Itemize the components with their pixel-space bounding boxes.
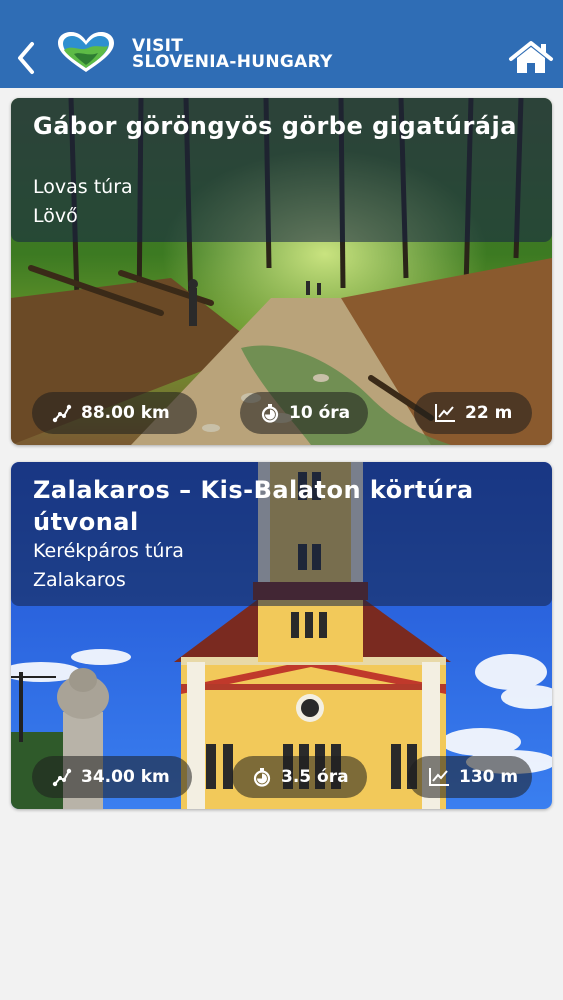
elevation-badge: 130 m bbox=[408, 756, 532, 798]
tour-type: Lovas túra bbox=[33, 176, 133, 198]
home-icon bbox=[509, 41, 553, 73]
app-header: VISIT SLOVENIA-HUNGARY bbox=[0, 0, 563, 88]
distance-badge: 88.00 km bbox=[32, 392, 197, 434]
chevron-left-icon bbox=[18, 42, 34, 74]
duration-badge: 3.5 óra bbox=[232, 756, 367, 798]
duration-value: 3.5 óra bbox=[281, 767, 349, 787]
elevation-value: 130 m bbox=[459, 767, 519, 787]
duration-value: 10 óra bbox=[289, 403, 351, 423]
tour-card[interactable]: Zalakaros – Kis-Balaton körtúra útvonal … bbox=[11, 462, 552, 809]
tour-type: Kerékpáros túra bbox=[33, 540, 184, 562]
tour-title: Zalakaros – Kis-Balaton körtúra útvonal bbox=[33, 476, 474, 536]
stopwatch-icon bbox=[261, 404, 279, 423]
tour-card[interactable]: Gábor göröngyös görbe gigatúrája Lovas t… bbox=[11, 98, 552, 445]
back-button[interactable] bbox=[10, 36, 44, 80]
tour-location: Lövő bbox=[33, 205, 78, 227]
heart-logo-icon bbox=[58, 32, 114, 72]
chart-line-icon bbox=[429, 768, 449, 786]
route-icon bbox=[52, 768, 72, 787]
elevation-value: 22 m bbox=[465, 403, 513, 423]
tour-title: Gábor göröngyös görbe gigatúrája bbox=[33, 112, 517, 140]
tour-location: Zalakaros bbox=[33, 569, 126, 591]
stopwatch-icon bbox=[253, 768, 271, 787]
home-button[interactable] bbox=[508, 40, 554, 76]
brand-title: VISIT SLOVENIA-HUNGARY bbox=[132, 38, 333, 72]
distance-value: 34.00 km bbox=[81, 767, 170, 787]
distance-value: 88.00 km bbox=[81, 403, 170, 423]
elevation-badge: 22 m bbox=[414, 392, 532, 434]
distance-badge: 34.00 km bbox=[32, 756, 192, 798]
route-icon bbox=[52, 404, 72, 423]
duration-badge: 10 óra bbox=[240, 392, 368, 434]
chart-line-icon bbox=[435, 404, 455, 422]
brand-line2: SLOVENIA-HUNGARY bbox=[132, 52, 333, 72]
